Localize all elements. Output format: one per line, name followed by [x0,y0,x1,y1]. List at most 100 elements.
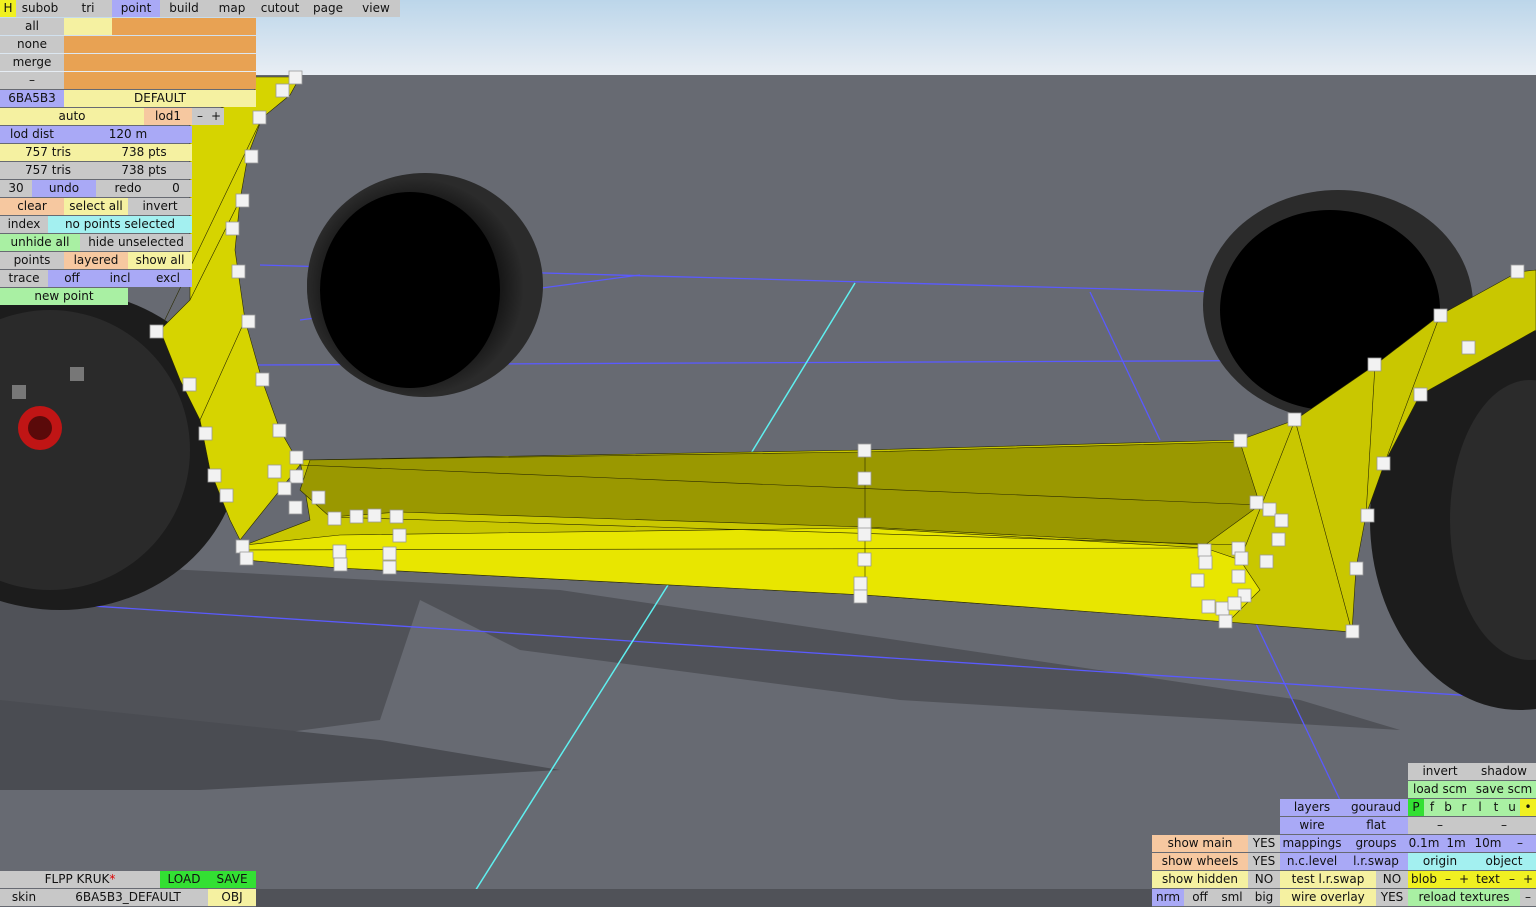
group-name[interactable]: DEFAULT [64,90,256,107]
sml-button[interactable]: sml [1216,889,1248,906]
tab-build[interactable]: build [160,0,208,17]
grid-10m-button[interactable]: 10m [1472,835,1504,852]
save-scm-button[interactable]: save scm [1472,781,1536,798]
load-scm-button[interactable]: load scm [1408,781,1472,798]
lod-dist-value[interactable]: 120 m [64,126,192,143]
skin-value[interactable]: 6BA5B3_DEFAULT [48,889,208,906]
hide-unselected-button[interactable]: hide unselected [80,234,192,251]
color-swatch[interactable] [64,54,112,71]
scene-last-dash[interactable]: – [1520,889,1536,906]
tab-subob[interactable]: subob [16,0,64,17]
unhide-all-button[interactable]: unhide all [0,234,80,251]
text-minus-button[interactable]: – [1504,871,1520,888]
nc-level-button[interactable]: n.c.level [1280,853,1344,870]
redo-count: 0 [160,180,192,197]
lr-swap-button[interactable]: l.r.swap [1344,853,1408,870]
color-swatch[interactable] [160,36,208,53]
merge-button[interactable]: merge [0,54,64,71]
view-u-button[interactable]: u [1504,799,1520,816]
wire-overlay-toggle[interactable]: YES [1376,889,1408,906]
tab-view[interactable]: view [352,0,400,17]
redo-button[interactable]: redo [96,180,160,197]
grid-1m-button[interactable]: 1m [1440,835,1472,852]
view-r-button[interactable]: r [1456,799,1472,816]
blob-minus-button[interactable]: – [1440,871,1456,888]
tab-page[interactable]: page [304,0,352,17]
view-t-button[interactable]: t [1488,799,1504,816]
groups-button[interactable]: groups [1344,835,1408,852]
lod-plus-button[interactable]: + [208,108,224,125]
view-l-button[interactable]: l [1472,799,1488,816]
color-swatch[interactable] [208,72,256,89]
select-all-points-button[interactable]: select all [64,198,128,215]
color-swatch[interactable] [112,36,160,53]
format-button[interactable]: OBJ [208,889,256,906]
mappings-button[interactable]: mappings [1280,835,1344,852]
dash-button[interactable]: – [0,72,64,89]
clear-button[interactable]: clear [0,198,64,215]
save-button[interactable]: SAVE [208,871,256,888]
flat-button[interactable]: flat [1344,817,1408,834]
color-swatch[interactable] [208,54,256,71]
gouraud-button[interactable]: gouraud [1344,799,1408,816]
scene-dash-2[interactable]: – [1472,817,1536,834]
show-all-toggle[interactable]: show all [128,252,192,269]
layers-button[interactable]: layers [1280,799,1344,816]
color-swatch[interactable] [208,18,256,35]
tab-home[interactable]: H [0,0,16,17]
nrm-button[interactable]: nrm [1152,889,1184,906]
select-none-button[interactable]: none [0,36,64,53]
tab-point[interactable]: point [112,0,160,17]
scene-invert-button[interactable]: invert [1408,763,1472,780]
file-name[interactable]: FLPP KRUK* [0,871,160,888]
color-swatch[interactable] [64,18,112,35]
grid-0-1m-button[interactable]: 0.1m [1408,835,1440,852]
off-button[interactable]: off [1184,889,1216,906]
tab-cutout[interactable]: cutout [256,0,304,17]
trace-excl-button[interactable]: excl [144,270,192,287]
shadow-button[interactable]: shadow [1472,763,1536,780]
show-wheels-toggle[interactable]: YES [1248,853,1280,870]
invert-selection-button[interactable]: invert [128,198,192,215]
text-plus-button[interactable]: + [1520,871,1536,888]
scene-dash-1[interactable]: – [1408,817,1472,834]
color-swatch[interactable] [208,36,256,53]
reload-textures-button[interactable]: reload textures [1408,889,1520,906]
lod-minus-button[interactable]: – [192,108,208,125]
big-button[interactable]: big [1248,889,1280,906]
object-id[interactable]: 6BA5B3 [0,90,64,107]
load-button[interactable]: LOAD [160,871,208,888]
lod-current[interactable]: lod1 [144,108,192,125]
index-label: index [0,216,48,233]
wire-button[interactable]: wire [1280,817,1344,834]
tab-tri[interactable]: tri [64,0,112,17]
origin-button[interactable]: origin [1408,853,1472,870]
color-swatch[interactable] [112,18,160,35]
view-b-button[interactable]: b [1440,799,1456,816]
lod-auto-button[interactable]: auto [0,108,144,125]
test-lr-swap-toggle[interactable]: NO [1376,871,1408,888]
view-p-button[interactable]: P [1408,799,1424,816]
select-all-button[interactable]: all [0,18,64,35]
new-point-button[interactable]: new point [0,288,128,305]
color-swatch[interactable] [112,72,160,89]
color-swatch[interactable] [112,54,160,71]
tab-map[interactable]: map [208,0,256,17]
color-swatch[interactable] [64,72,112,89]
color-swatch[interactable] [64,36,112,53]
view-f-button[interactable]: f [1424,799,1440,816]
show-hidden-toggle[interactable]: NO [1248,871,1280,888]
object-button[interactable]: object [1472,853,1536,870]
trace-off-button[interactable]: off [48,270,96,287]
color-swatch[interactable] [160,18,208,35]
undo-button[interactable]: undo [32,180,96,197]
grid-dash-button[interactable]: – [1504,835,1536,852]
color-swatch[interactable] [160,72,208,89]
show-main-toggle[interactable]: YES [1248,835,1280,852]
blob-plus-button[interactable]: + [1456,871,1472,888]
view-dot-button[interactable]: • [1520,799,1536,816]
viewport-3d[interactable] [0,0,1536,907]
trace-incl-button[interactable]: incl [96,270,144,287]
layered-toggle[interactable]: layered [64,252,128,269]
color-swatch[interactable] [160,54,208,71]
